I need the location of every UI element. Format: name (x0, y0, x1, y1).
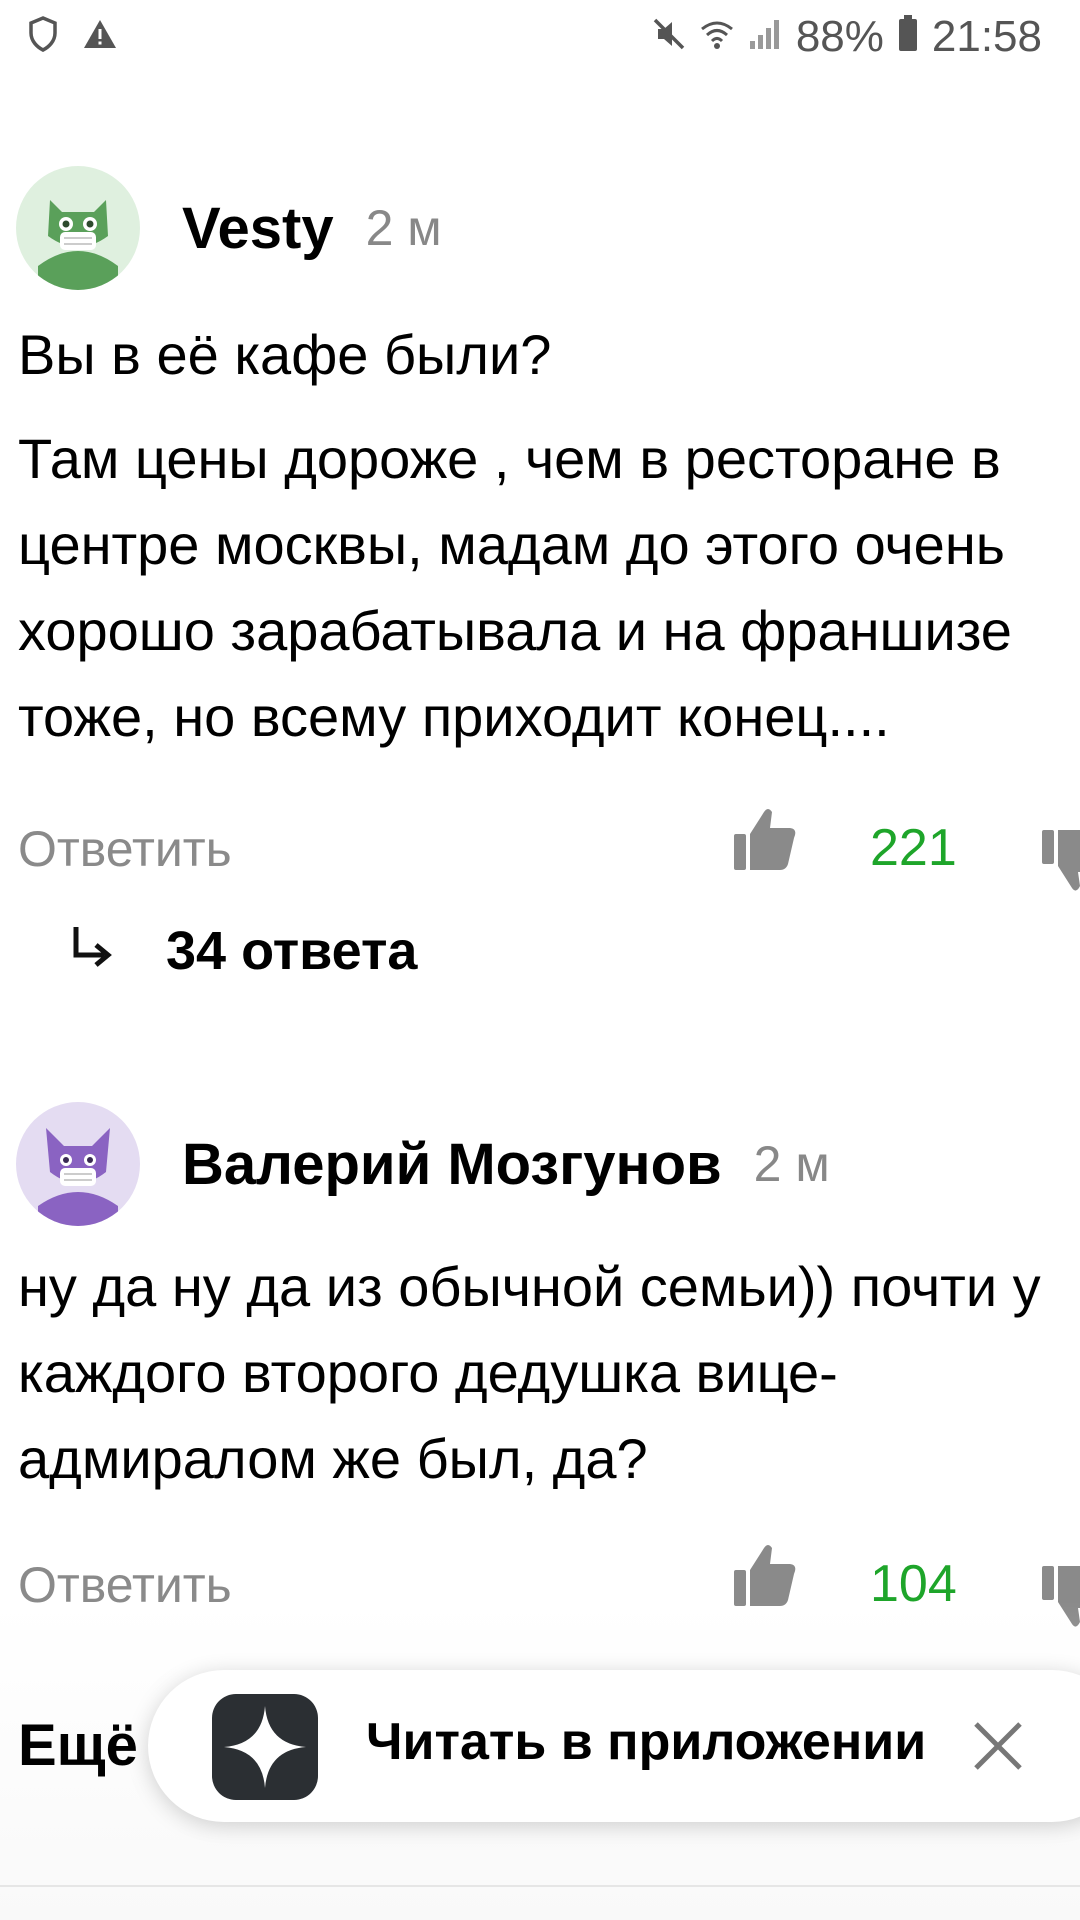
comment-line: тоже, но всему приходит конец.... (18, 685, 890, 748)
comment-time: 2 м (753, 1136, 830, 1192)
comment-actions: Ответить 104 (18, 1540, 1080, 1630)
status-bar: 88% 21:58 (0, 0, 1080, 80)
signal-icon (748, 12, 782, 62)
reply-button[interactable]: Ответить (18, 820, 232, 878)
comment-header: Валерий Мозгунов 2 м (16, 1102, 830, 1226)
comment-header: Vesty 2 м (16, 166, 442, 290)
likes-count: 221 (870, 819, 957, 877)
comment-line: адмиралом же был, да? (18, 1427, 648, 1490)
battery-percent: 88% (795, 12, 884, 61)
comment-line: хорошо зарабатывала и на франшизе (18, 599, 1012, 662)
comment-actions: Ответить 221 (18, 804, 1080, 894)
author-name[interactable]: Vesty (182, 195, 334, 262)
cat-mask-avatar-icon (16, 166, 140, 290)
battery-icon (898, 12, 918, 62)
comment-text: ну да ну да из обычной семьи)) почти у к… (18, 1244, 1080, 1502)
wifi-icon (700, 12, 734, 62)
comment-line: каждого второго дедушка вице- (18, 1341, 838, 1404)
likes-count: 104 (870, 1555, 957, 1613)
screen: 88% 21:58 Vesty 2 м Вы в её кафе были? Т… (0, 0, 1080, 1920)
comment-line: Вы в её кафе были? (18, 323, 552, 386)
avatar[interactable] (16, 166, 140, 290)
comment-line: Там цены дороже , чем в ресторане в (18, 427, 1001, 490)
fox-mask-avatar-icon (16, 1102, 140, 1226)
reply-button[interactable]: Ответить (18, 1556, 232, 1614)
mute-icon (652, 12, 686, 62)
thumbs-up-icon[interactable] (730, 804, 800, 874)
close-icon[interactable] (970, 1718, 1026, 1774)
status-left (28, 16, 118, 57)
comment-line: ну да ну да из обычной семьи)) почти у (18, 1255, 1041, 1318)
author-name[interactable]: Валерий Мозгунов (182, 1131, 722, 1198)
thumbs-down-icon[interactable] (1038, 1562, 1080, 1632)
thumbs-down-icon[interactable] (1038, 826, 1080, 896)
warning-icon (82, 18, 118, 55)
comment-line: центре москвы, мадам до этого очень (18, 513, 1005, 576)
divider (0, 1885, 1080, 1887)
thumbs-up-icon[interactable] (730, 1540, 800, 1610)
shield-icon (28, 16, 58, 57)
comment-text: Вы в её кафе были? Там цены дороже , чем… (18, 312, 1080, 760)
avatar[interactable] (16, 1102, 140, 1226)
clock: 21:58 (931, 12, 1042, 61)
replies-toggle[interactable]: 34 ответа (70, 920, 417, 982)
zen-app-logo-icon (212, 1694, 318, 1800)
replies-count: 34 ответа (166, 921, 418, 981)
open-in-app-banner[interactable]: Читать в приложении (148, 1670, 1080, 1822)
more-heading: Ещё (18, 1713, 138, 1778)
status-right: 88% 21:58 (652, 12, 1042, 62)
comment-time: 2 м (365, 200, 442, 256)
open-in-app-label: Читать в приложении (366, 1713, 927, 1771)
reply-arrow-icon (70, 925, 114, 978)
